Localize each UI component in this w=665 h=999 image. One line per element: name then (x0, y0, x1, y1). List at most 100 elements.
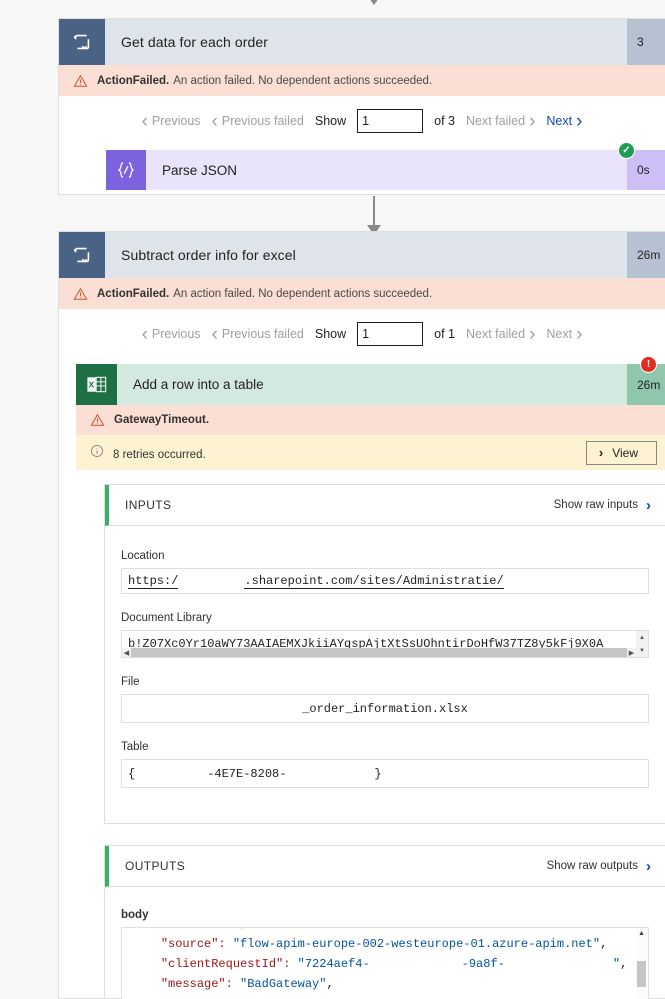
scope1-error-strip: ActionFailed. An action failed. No depen… (59, 65, 665, 96)
code-line: "message": "BadGateway", (160, 977, 334, 991)
code-vertical-scrollbar[interactable]: ▲ (636, 929, 647, 999)
scope-duration: 3 (627, 19, 665, 65)
view-retries-button[interactable]: › View (585, 440, 657, 465)
of-total-label: of 3 (434, 114, 455, 128)
outputs-heading: OUTPUTS (125, 859, 186, 873)
scope2-error-strip: ActionFailed. An action failed. No depen… (59, 278, 665, 309)
json-value: "BadGateway" (240, 977, 327, 991)
outputs-header: OUTPUTS Show raw outputs › (105, 846, 665, 887)
scroll-up-icon[interactable]: ▲ (638, 929, 645, 939)
previous-button[interactable]: Previous (142, 327, 201, 341)
show-raw-outputs-link[interactable]: Show raw outputs › (547, 858, 651, 875)
show-raw-inputs-link[interactable]: Show raw inputs › (554, 497, 651, 514)
warning-triangle-icon (90, 413, 105, 426)
chevron-right-icon: › (646, 857, 651, 875)
retries-text: 8 retries occurred. (113, 449, 206, 461)
action-row-add-row-into-table[interactable]: X Add a row into a table 26m ! (76, 356, 665, 405)
file-name: _order_information.xlsx (302, 701, 468, 716)
json-value-end: " (612, 957, 621, 971)
spin-down-icon[interactable]: ▼ (639, 648, 645, 654)
inputs-card: INPUTS Show raw inputs › Location https:… (104, 484, 665, 824)
next-button[interactable]: Next (546, 327, 582, 341)
scope-title-text: Get data for each order (121, 34, 269, 50)
json-key: "message": (160, 977, 233, 991)
loop-icon (59, 232, 105, 278)
body-label: body (121, 909, 149, 921)
field-file: File _order_information.xlsx (105, 676, 665, 723)
show-raw-outputs-label: Show raw outputs (546, 860, 638, 872)
show-raw-inputs-label: Show raw inputs (553, 499, 638, 511)
status-badge-success: ✓ (618, 142, 635, 159)
table-guid-open: { (128, 766, 136, 781)
previous-button[interactable]: Previous (142, 114, 201, 128)
view-button-label: View (612, 445, 638, 460)
svg-text:X: X (88, 379, 94, 389)
of-total-label: of 1 (434, 327, 455, 341)
horizontal-scrollbar[interactable]: ◀ ▶ (122, 648, 636, 657)
excel-retries-strip: 8 retries occurred. › View (76, 435, 665, 470)
code-line: "clientRequestId": "7224aef4- -9a8f- ", (160, 957, 628, 971)
table-guid-close: } (374, 766, 382, 781)
show-label: Show (314, 327, 347, 341)
warning-triangle-icon (73, 74, 88, 87)
location-value[interactable]: https:/ .sharepoint.com/sites/Administra… (121, 568, 649, 594)
next-failed-button[interactable]: Next failed (466, 114, 535, 128)
status-badge-error: ! (640, 356, 657, 373)
json-value: "flow-apim-europe-002-westeurope-01.azur… (232, 937, 601, 951)
scrollbar-thumb[interactable] (131, 648, 627, 657)
json-value-mid: -9a8f- (461, 957, 505, 971)
next-button[interactable]: Next (546, 114, 582, 128)
scope-header-get-data[interactable]: Get data for each order 3 (59, 19, 665, 65)
excel-error-code: GatewayTimeout. (114, 414, 210, 426)
scroll-left-icon[interactable]: ◀ (122, 648, 131, 657)
info-circle-icon (91, 445, 103, 457)
file-value[interactable]: _order_information.xlsx (121, 694, 649, 723)
show-label: Show (314, 114, 347, 128)
action-row-parse-json[interactable]: Parse JSON 0s ✓ (106, 142, 665, 190)
scope2-error-code: ActionFailed. (97, 287, 170, 300)
field-label: Document Library (121, 612, 212, 624)
warning-triangle-icon (73, 287, 88, 300)
table-guid-mid: -4E7E-8208- (207, 766, 287, 781)
spin-up-icon[interactable]: ▲ (639, 635, 645, 641)
json-key: "clientRequestId": (160, 957, 291, 971)
loop-icon (59, 19, 105, 65)
scope-header-subtract-order[interactable]: Subtract order info for excel 26m (59, 232, 665, 278)
previous-failed-button[interactable]: Previous failed (212, 114, 304, 128)
scroll-right-icon[interactable]: ▶ (627, 648, 636, 657)
connector-arrow-top (367, 0, 381, 5)
field-label: Location (121, 550, 165, 562)
action-title-text: Add a row into a table (133, 377, 264, 392)
scope2-error-message: An action failed. No dependent actions s… (173, 287, 433, 300)
arrow-head-icon (367, 0, 381, 5)
scope1-pagination: Previous Previous failed Show of 3 Next … (59, 96, 665, 146)
field-body: body (105, 909, 665, 921)
inputs-header: INPUTS Show raw inputs › (105, 485, 665, 526)
inputs-heading: INPUTS (125, 498, 172, 512)
excel-error-strip: GatewayTimeout. (76, 405, 665, 435)
field-label: File (121, 676, 140, 688)
field-document-library: Document Library b!Z07Xc0Yr10aWY73AAIAEM… (105, 612, 665, 658)
outputs-card: OUTPUTS Show raw outputs › body "code": … (104, 845, 665, 999)
json-value-start: "7224aef4- (297, 957, 370, 971)
scrollbar-thumb[interactable] (637, 961, 646, 987)
location-suffix: .sharepoint.com/sites/Administratie/ (244, 573, 504, 589)
outputs-body-code[interactable]: "code": 502, "source": "flow-apim-europe… (121, 927, 649, 999)
code-line-truncated: "code": 502, (132, 928, 642, 934)
field-location: Location https:/ .sharepoint.com/sites/A… (105, 550, 665, 594)
table-value[interactable]: { -4E7E-8208- } (121, 759, 649, 788)
field-table: Table { -4E7E-8208- } (105, 741, 665, 788)
previous-failed-button[interactable]: Previous failed (212, 327, 304, 341)
vertical-spinner[interactable]: ▲ ▼ (636, 631, 648, 657)
page-number-input[interactable] (357, 322, 424, 346)
page-number-input[interactable] (357, 109, 424, 133)
json-key: "source": (160, 937, 226, 951)
scope-title-text: Subtract order info for excel (121, 247, 296, 263)
connector-arrow-middle (367, 196, 381, 235)
flow-run-details-page: Get data for each order 3 ActionFailed. … (0, 0, 665, 999)
scope-duration: 26m (627, 232, 665, 278)
excel-icon: X (76, 364, 117, 405)
chevron-right-icon: › (646, 496, 651, 514)
next-failed-button[interactable]: Next failed (466, 327, 535, 341)
code-line: "source": "flow-apim-europe-002-westeuro… (160, 937, 608, 951)
